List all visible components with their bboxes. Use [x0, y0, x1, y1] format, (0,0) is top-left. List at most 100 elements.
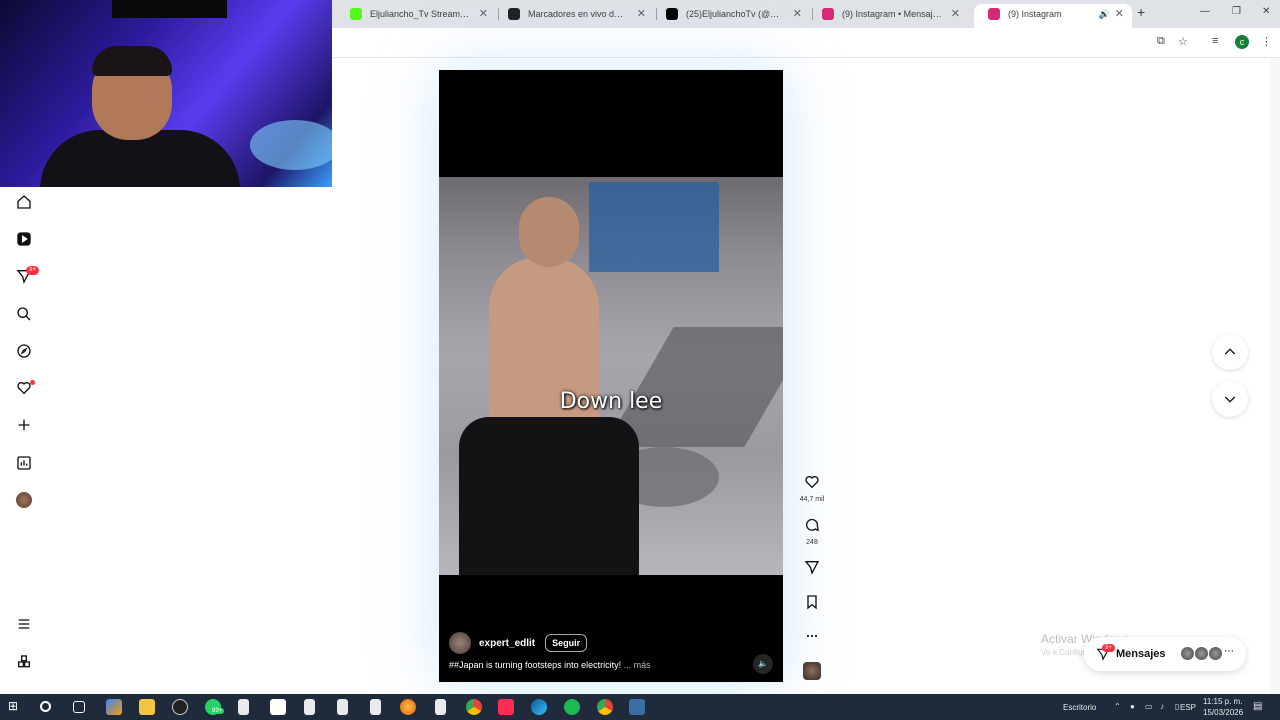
clock-time[interactable]: 11:15 p. m.	[1203, 697, 1242, 706]
file-icon[interactable]	[337, 699, 348, 715]
close-icon[interactable]: ✕	[793, 4, 802, 24]
close-icon[interactable]: ✕	[1115, 4, 1124, 24]
like-count: 44,7 mil	[799, 496, 825, 503]
volume-icon[interactable]: ♪	[1160, 702, 1164, 711]
reels-icon[interactable]	[15, 230, 33, 248]
page-scrollbar[interactable]	[1270, 58, 1280, 694]
install-app-icon[interactable]: ⧉	[1157, 35, 1165, 48]
close-icon[interactable]: ✕	[637, 4, 646, 24]
description-text: ##Japan is turning footsteps into electr…	[449, 660, 622, 670]
save-button[interactable]	[798, 594, 826, 615]
battery-icon[interactable]: ▯	[1175, 702, 1179, 711]
file-icon[interactable]	[304, 699, 315, 715]
comment-icon	[806, 518, 819, 532]
follow-button[interactable]: Seguir	[545, 634, 588, 652]
reel-author: expert_edlit Seguir	[449, 632, 588, 654]
kick-icon	[350, 8, 362, 20]
restore-icon[interactable]: ❐	[1232, 6, 1241, 17]
browser-tab[interactable]: Eljuliancho_Tv Stream - Watch Li ✕	[336, 4, 496, 28]
media-controls-icon[interactable]: ≡	[1212, 35, 1218, 47]
new-tab-button[interactable]: +	[1137, 4, 1145, 20]
kebab-menu-icon[interactable]: ⋮	[1261, 35, 1272, 48]
chevron-down-icon	[1224, 396, 1236, 403]
chevron-up-icon	[1224, 348, 1236, 355]
avatar	[1180, 646, 1195, 661]
explore-icon[interactable]	[15, 342, 33, 360]
tiktok-icon[interactable]	[498, 699, 514, 715]
browser-toolbar: ⧉ ☆ ≡ ⋮	[332, 28, 1280, 58]
clock-date[interactable]: 15/03/2026	[1203, 708, 1243, 717]
close-window-icon[interactable]: ✕	[1262, 6, 1270, 17]
video-caption-overlay: Down lee	[559, 389, 663, 414]
more-apps-icon[interactable]	[15, 653, 33, 671]
share-button[interactable]	[798, 559, 826, 580]
previous-reel-button[interactable]	[1212, 334, 1248, 370]
file-explorer-icon[interactable]	[139, 699, 155, 715]
browser-tab-strip: Eljuliancho_Tv Stream - Watch Li ✕ Marca…	[332, 0, 1280, 28]
search-icon[interactable]	[40, 701, 51, 712]
messages-pill-badge: 9+	[1102, 644, 1115, 652]
microphone-icon[interactable]: ●	[1130, 702, 1135, 711]
bookmark-star-icon[interactable]: ☆	[1178, 35, 1188, 48]
avatar	[1208, 646, 1223, 661]
messages-label: Mensajes	[1116, 648, 1166, 660]
search-icon[interactable]	[15, 305, 33, 323]
volume-icon[interactable]: 🔈	[753, 654, 773, 674]
spotify-icon[interactable]	[564, 699, 580, 715]
notification-dot	[30, 380, 35, 385]
obs-icon[interactable]	[172, 699, 188, 715]
file-icon[interactable]	[370, 699, 381, 715]
app-icon[interactable]	[629, 699, 645, 715]
notifications-icon[interactable]: ▤	[1253, 701, 1262, 712]
author-username[interactable]: expert_edlit	[479, 638, 535, 649]
browser-tab[interactable]: Marcadores en vivo de Champ ✕	[494, 4, 654, 28]
firefox-icon[interactable]	[400, 699, 416, 715]
profile-button[interactable]: c	[1235, 35, 1249, 49]
profile-avatar[interactable]	[16, 492, 32, 508]
windows-start-icon[interactable]: ⊞	[8, 699, 24, 715]
more-link[interactable]: ... más	[624, 660, 651, 670]
chrome-icon[interactable]	[466, 699, 482, 715]
browser-tab-active[interactable]: (9) Instagram 🔊 ✕	[974, 4, 1132, 28]
messages-badge: 9+	[26, 266, 39, 275]
desktop-label[interactable]: Escritorio	[1063, 703, 1096, 712]
more-options-button[interactable]	[798, 628, 826, 649]
tray-chevron-icon[interactable]: ⌃	[1114, 702, 1121, 711]
comment-button[interactable]: 248	[798, 517, 826, 546]
avatar	[1194, 646, 1209, 661]
copilot-icon[interactable]	[106, 699, 122, 715]
file-icon[interactable]	[238, 699, 249, 715]
file-icon[interactable]	[435, 699, 446, 715]
share-icon	[804, 561, 820, 575]
minimize-icon[interactable]: —	[1200, 6, 1210, 17]
language-indicator[interactable]: ESP	[1180, 703, 1196, 712]
speaker-icon[interactable]: 🔊	[1099, 4, 1110, 24]
reel-video[interactable]: Down lee	[439, 177, 783, 575]
reel-description: ##Japan is turning footsteps into electr…	[449, 660, 739, 670]
windows-taskbar: ⊞ 99+ Escritorio ⌃ ● ▭ ♪ ▯ ESP 11:15 p. …	[0, 694, 1280, 720]
network-icon[interactable]: ▭	[1145, 702, 1153, 711]
more-icon: ⋯	[1224, 646, 1234, 657]
home-icon[interactable]	[15, 193, 33, 211]
dashboard-icon[interactable]	[15, 454, 33, 472]
close-icon[interactable]: ✕	[479, 4, 488, 24]
author-avatar[interactable]	[449, 632, 471, 654]
whatsapp-badge: 99+	[210, 708, 225, 714]
create-icon[interactable]	[15, 416, 33, 434]
capcut-icon[interactable]	[270, 699, 286, 715]
audio-thumbnail[interactable]	[803, 662, 821, 680]
bookmark-icon	[807, 595, 817, 610]
task-view-icon[interactable]	[73, 701, 85, 713]
browser-tab[interactable]: (25)EljulianchoTv (@eljuliancho ✕	[652, 4, 810, 28]
menu-icon[interactable]	[15, 615, 33, 633]
reel-player[interactable]: Down lee expert_edlit Seguir ##Japan is …	[439, 70, 783, 682]
webcam-overlay	[0, 0, 332, 187]
close-icon[interactable]: ✕	[951, 4, 960, 24]
browser-tab[interactable]: (9) Instagram • Mensajes ✕	[808, 4, 968, 28]
next-reel-button[interactable]	[1212, 381, 1248, 417]
heart-icon	[805, 476, 819, 489]
chrome-icon[interactable]	[597, 699, 613, 715]
ellipsis-icon	[806, 634, 818, 638]
edge-icon[interactable]	[531, 699, 547, 715]
like-button[interactable]: 44,7 mil	[798, 474, 826, 503]
